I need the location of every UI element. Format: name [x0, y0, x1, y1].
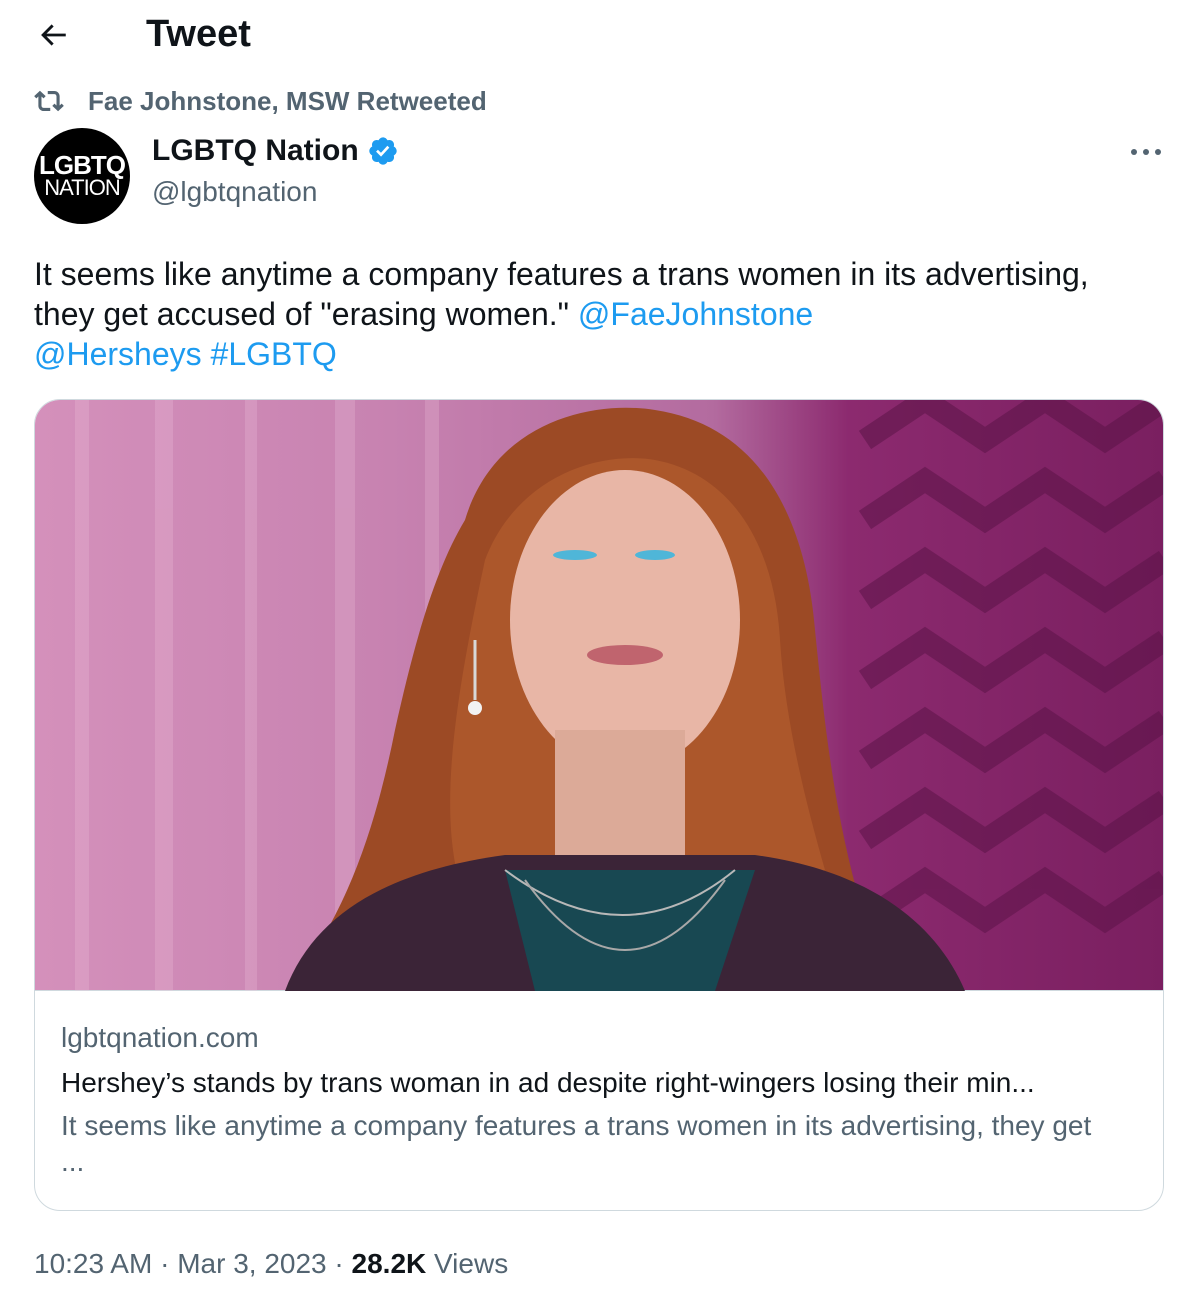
tweet-date[interactable]: Mar 3, 2023	[177, 1248, 326, 1279]
card-photo	[75, 400, 1163, 991]
avatar-logo-line2: NATION	[44, 175, 120, 200]
meta-separator-1: ·	[152, 1248, 178, 1279]
card-description: It seems like anytime a company features…	[61, 1110, 1092, 1177]
card-title: Hershey’s stands by trans woman in ad de…	[61, 1067, 1035, 1098]
card-domain: lgbtqnation.com	[61, 1022, 259, 1053]
page-title: Tweet	[146, 13, 251, 55]
avatar-logo-line1: LGBTQ	[39, 150, 126, 180]
tweet-header: Tweet	[0, 0, 1194, 70]
mention-hersheys[interactable]: @Hersheys	[34, 336, 202, 372]
retweet-icon	[34, 85, 66, 117]
card-body[interactable]: lgbtqnation.com Hershey’s stands by tran…	[35, 992, 1163, 1210]
arrow-left-icon	[41, 24, 66, 46]
link-preview-card[interactable]: lgbtqnation.com Hershey’s stands by tran…	[34, 399, 1164, 1211]
hashtag-lgbtq[interactable]: #LGBTQ	[211, 336, 337, 372]
retweet-context[interactable]: Fae Johnstone, MSW Retweeted	[34, 84, 487, 118]
author-name[interactable]: LGBTQ Nation	[152, 134, 399, 168]
author-display-name: LGBTQ Nation	[152, 134, 359, 167]
tweet-body: It seems like anytime a company features…	[34, 256, 1089, 332]
meta-separator-2: ·	[326, 1248, 352, 1279]
card-image[interactable]	[35, 400, 1163, 991]
more-horizontal-icon	[1131, 149, 1161, 155]
avatar[interactable]: LGBTQ NATION	[34, 128, 130, 224]
views-count: 28.2K	[351, 1248, 427, 1279]
mention-faejohnstone[interactable]: @FaeJohnstone	[578, 296, 813, 332]
back-button[interactable]	[30, 12, 76, 58]
tweet-metadata: 10:23 AM · Mar 3, 2023 · 28.2K Views	[34, 1244, 508, 1284]
views-label: Views	[426, 1248, 509, 1279]
more-options-button[interactable]	[1120, 130, 1172, 174]
tweet-time[interactable]: 10:23 AM	[34, 1248, 152, 1279]
author-handle[interactable]: @lgbtqnation	[152, 176, 317, 208]
tweet-text: It seems like anytime a company features…	[34, 254, 1154, 374]
verified-badge-icon	[368, 137, 397, 165]
retweet-label: Fae Johnstone, MSW Retweeted	[88, 85, 487, 116]
